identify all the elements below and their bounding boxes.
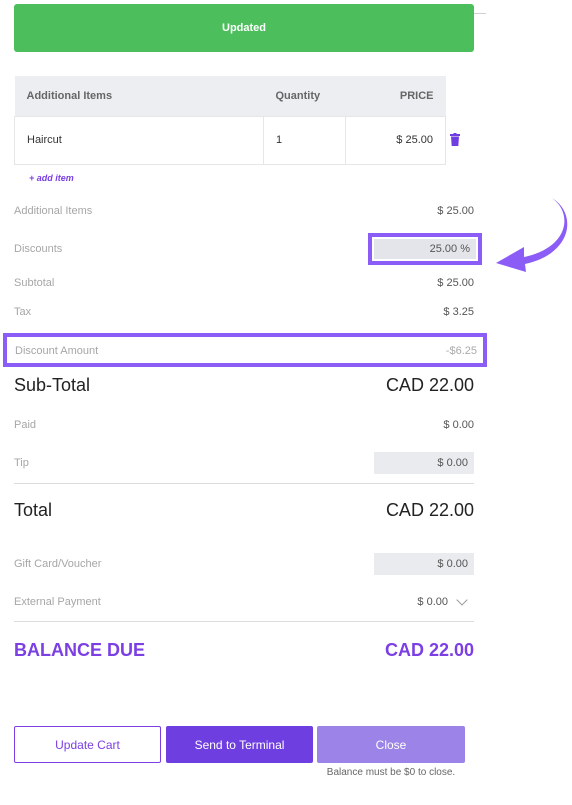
header-price: PRICE (345, 76, 446, 116)
discount-amount-label: Discount Amount (15, 345, 99, 357)
balance-note: Balance must be $0 to close. (326, 767, 456, 778)
additional-items-table: Additional Items Quantity PRICE Haircut … (14, 76, 446, 165)
sub-total-label: Sub-Total (14, 374, 91, 395)
discount-highlight: 25.00 % (368, 233, 482, 265)
discounts-input[interactable]: 25.00 % (374, 239, 476, 259)
close-button[interactable]: Close (317, 726, 465, 763)
tax-row: Tax $ 3.25 (14, 303, 474, 321)
chevron-down-icon[interactable] (456, 594, 468, 606)
discount-amount-value: -$6.25 (445, 345, 477, 357)
tip-input[interactable]: $ 0.00 (374, 452, 474, 474)
gift-card-label: Gift Card/Voucher (14, 558, 102, 570)
discount-amount-row: Discount Amount -$6.25 (3, 333, 487, 367)
balance-due-label: BALANCE DUE (14, 639, 146, 660)
paid-row: Paid $ 0.00 (14, 416, 474, 434)
divider (14, 621, 474, 622)
subtotal-label: Subtotal (14, 277, 55, 289)
subtotal-row: Subtotal $ 25.00 (14, 274, 474, 292)
additional-items-label: Additional Items (14, 205, 93, 217)
divider (14, 483, 474, 484)
updated-banner: Updated (14, 4, 474, 52)
tip-label: Tip (14, 457, 29, 469)
sub-total-value: CAD 22.00 (385, 374, 474, 395)
total-value: CAD 22.00 (385, 499, 474, 520)
total-row: Total CAD 22.00 (14, 498, 474, 522)
curved-arrow-icon (496, 198, 568, 272)
discounts-row: Discounts (14, 240, 364, 258)
paid-label: Paid (14, 419, 37, 431)
subtotal-value: $ 25.00 (437, 277, 474, 289)
tip-row: Tip $ 0.00 (14, 452, 474, 474)
total-label: Total (14, 499, 53, 520)
balance-due-value: CAD 22.00 (384, 639, 474, 660)
gift-card-input[interactable]: $ 0.00 (374, 553, 474, 575)
sub-total-row: Sub-Total CAD 22.00 (14, 373, 474, 397)
item-name-cell: Haircut (14, 115, 264, 165)
send-to-terminal-button[interactable]: Send to Terminal (166, 726, 313, 763)
header-additional-items: Additional Items (14, 76, 264, 116)
update-cart-button[interactable]: Update Cart (14, 726, 161, 763)
external-payment-select[interactable]: $ 0.00 (417, 594, 468, 608)
discounts-label: Discounts (14, 243, 63, 255)
balance-due-row: BALANCE DUE CAD 22.00 (14, 638, 474, 662)
table-row: Haircut 1 $ 25.00 (14, 115, 446, 165)
item-quantity-cell[interactable]: 1 (263, 115, 346, 165)
external-payment-row: External Payment $ 0.00 (14, 593, 474, 611)
trash-icon[interactable] (450, 133, 460, 146)
external-payment-value: $ 0.00 (417, 596, 448, 608)
top-divider (474, 13, 486, 14)
external-payment-label: External Payment (14, 596, 101, 608)
item-price-cell[interactable]: $ 25.00 (345, 115, 446, 165)
tax-value: $ 3.25 (443, 306, 474, 318)
gift-card-row: Gift Card/Voucher $ 0.00 (14, 553, 474, 575)
header-quantity: Quantity (263, 76, 346, 116)
tax-label: Tax (14, 306, 32, 318)
add-item-link[interactable]: + add item (29, 173, 74, 183)
paid-value: $ 0.00 (443, 419, 474, 431)
additional-items-value: $ 25.00 (437, 205, 474, 217)
table-header-row: Additional Items Quantity PRICE (14, 76, 446, 116)
additional-items-row: Additional Items $ 25.00 (14, 202, 474, 220)
